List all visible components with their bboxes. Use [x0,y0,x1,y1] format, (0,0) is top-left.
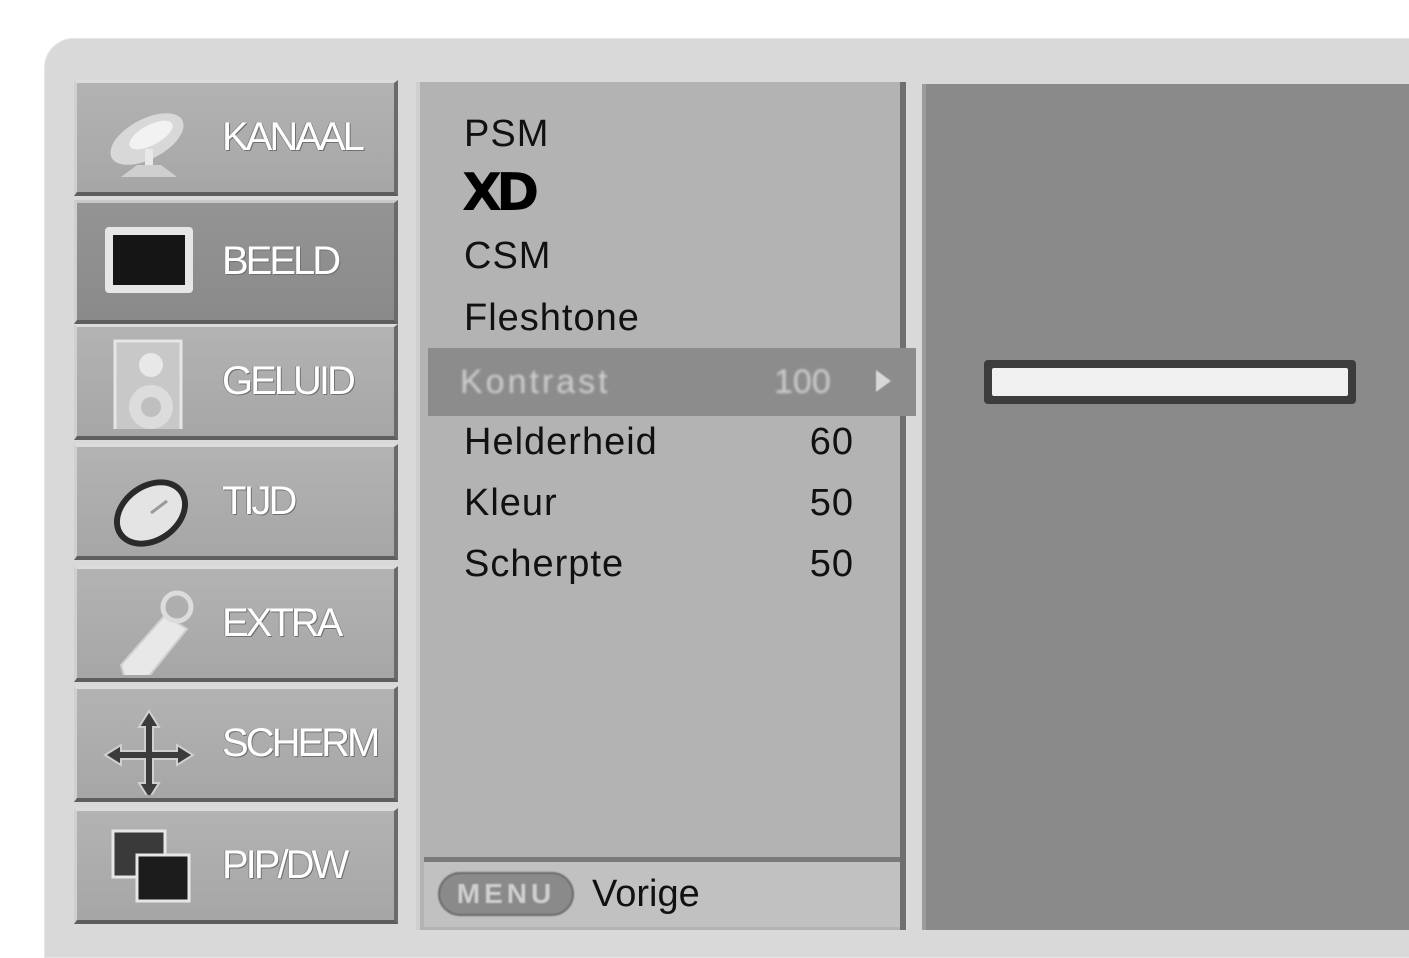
category-menu: KANAAL BEELD GELUID TIJD EXTRA SCHERM PI… [74,80,402,930]
xd-logo[interactable]: XD [462,166,592,214]
menu-item-label: Kleur [464,482,558,524]
clock-icon [113,479,189,547]
category-tijd[interactable]: TIJD [74,444,398,560]
category-beeld[interactable]: BEELD [74,200,398,324]
category-pip-dw[interactable]: PIP/DW [74,808,398,924]
menu-item-label: PSM [464,113,550,155]
menu-item-label: CSM [464,235,552,277]
category-label: KANAAL [222,115,365,159]
adjustment-panel [922,84,1409,930]
tag-icon [119,590,194,675]
menu-item-label: Helderheid [464,421,658,463]
menu-item-value: 60 [809,421,854,463]
category-label: SCHERM [222,721,380,765]
menu-item-value: 50 [809,482,854,524]
category-label: BEELD [222,239,341,283]
picture-submenu: PSM XD CSM Fleshtone Kontrast 100 Helder… [416,82,916,930]
menu-item-value: 50 [809,543,854,585]
move-arrows-icon [103,709,195,795]
category-kanaal[interactable]: KANAAL [74,80,398,196]
back-label: Vorige [592,873,700,915]
arrow-right-icon [876,370,891,392]
menu-item-label: Kontrast [460,363,611,401]
category-label: EXTRA [222,601,343,645]
slider-fill [992,368,1348,396]
menu-item-scherpte[interactable]: Scherpte 50 [464,536,884,592]
menu-item-kontrast-selected[interactable]: Kontrast 100 [428,348,916,416]
satellite-dish-icon [110,113,184,177]
speaker-icon [113,339,183,429]
category-label: PIP/DW [222,843,349,887]
menu-item-psm[interactable]: PSM [464,106,884,162]
menu-item-helderheid[interactable]: Helderheid 60 [464,414,884,470]
menu-key-icon: MENU [438,872,574,916]
menu-item-label: Scherpte [464,543,625,585]
category-label: TIJD [222,479,297,523]
tv-screen-icon [105,227,193,293]
category-geluid[interactable]: GELUID [74,324,398,440]
menu-item-value: 100 [774,363,831,401]
menu-item-kleur[interactable]: Kleur 50 [464,475,884,531]
menu-footer: MENU Vorige [424,857,900,927]
category-scherm[interactable]: SCHERM [74,686,398,802]
pip-windows-icon [111,829,191,903]
menu-item-fleshtone[interactable]: Fleshtone [464,290,884,346]
kontrast-slider[interactable] [984,360,1356,404]
xd-label: XD [462,166,537,214]
menu-item-label: Fleshtone [464,297,640,339]
menu-item-csm[interactable]: CSM [464,228,884,284]
category-label: GELUID [222,359,356,403]
category-extra[interactable]: EXTRA [74,566,398,682]
